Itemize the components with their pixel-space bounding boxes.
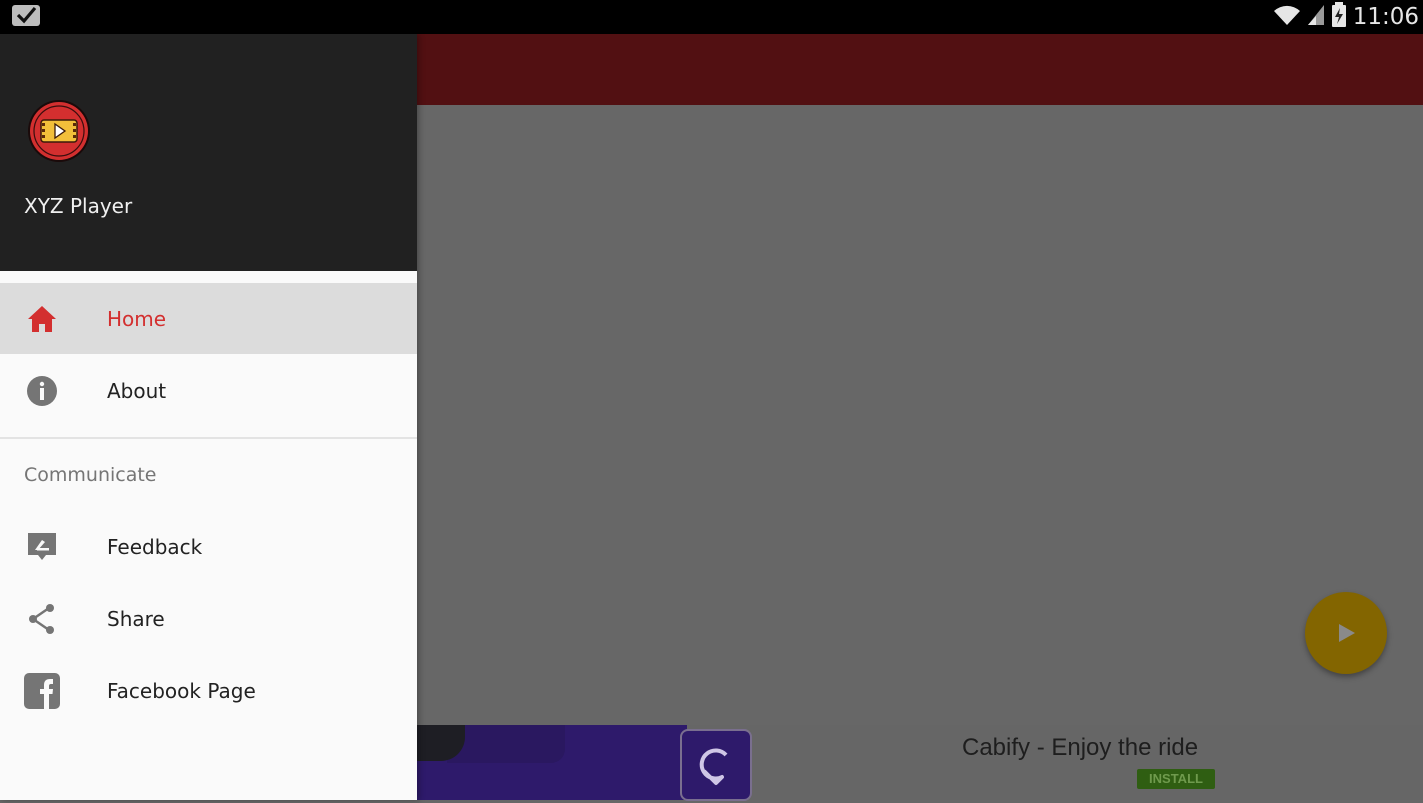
feedback-icon <box>24 529 60 565</box>
app-name: XYZ Player <box>24 194 133 218</box>
info-icon <box>24 373 60 409</box>
nav-item-label: Home <box>107 306 167 331</box>
nav-item-label: About <box>107 378 167 403</box>
play-fab-button[interactable] <box>1305 592 1387 674</box>
checkbox-notification-icon <box>12 5 40 26</box>
nav-item-about[interactable]: About <box>0 355 417 426</box>
status-bar: 11:06 <box>0 0 1423 34</box>
signal-icon <box>1307 4 1325 30</box>
battery-charging-icon <box>1331 2 1347 32</box>
install-button[interactable]: INSTALL <box>1137 769 1215 789</box>
app-bar <box>417 34 1423 105</box>
nav-item-label: Share <box>107 606 165 631</box>
clock: 11:06 <box>1352 4 1419 30</box>
home-icon <box>24 301 60 337</box>
ad-title: Cabify - Enjoy the ride <box>962 734 1199 761</box>
video-player-logo-icon <box>27 99 91 163</box>
section-header: Communicate <box>24 464 157 486</box>
ad-image <box>417 725 687 800</box>
facebook-icon <box>24 672 60 709</box>
main-content <box>417 105 1423 725</box>
cabify-logo-icon <box>680 729 752 801</box>
share-icon <box>24 601 60 637</box>
nav-item-facebook-page[interactable]: Facebook Page <box>0 655 417 726</box>
nav-item-label: Feedback <box>107 534 203 559</box>
wifi-icon <box>1273 4 1301 30</box>
nav-item-label: Facebook Page <box>107 678 256 703</box>
nav-item-share[interactable]: Share <box>0 583 417 654</box>
navigation-drawer: XYZ Player Home About Communicate Feedba… <box>0 34 417 800</box>
ad-banner[interactable]: Cabify - Enjoy the ride INSTALL <box>417 725 1423 801</box>
nav-item-home[interactable]: Home <box>0 283 417 354</box>
divider <box>0 437 417 439</box>
nav-item-feedback[interactable]: Feedback <box>0 511 417 582</box>
drawer-header: XYZ Player <box>0 34 417 271</box>
